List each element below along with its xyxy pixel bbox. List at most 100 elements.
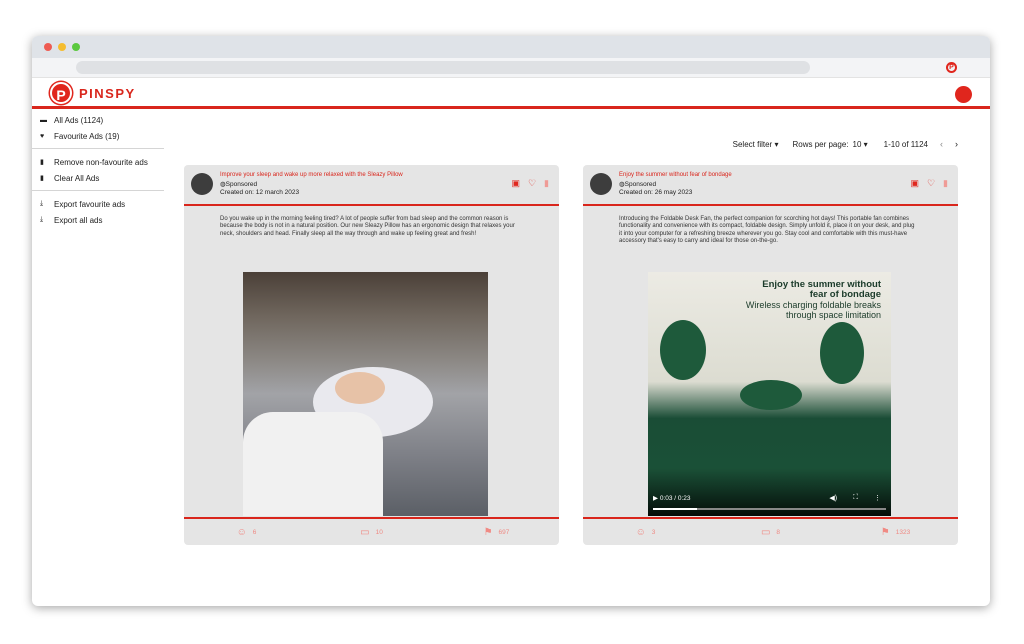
pinspy-logo-icon: P [50,82,72,104]
ad-actions: ▣ ♡ ▮ [511,178,549,189]
overlay-line: Wireless charging foldable breaks [745,300,881,310]
pin-save-icon: ⚑ [880,526,890,538]
sidebar-item-clear-all[interactable]: ▮ Clear All Ads [32,170,164,186]
ad-card: Improve your sleep and wake up more rela… [184,165,559,545]
page-range: 1-10 of 1124 [883,139,928,149]
favourite-heart-icon[interactable]: ♡ [927,178,935,189]
reactions-count: 3 [651,528,656,536]
ad-image[interactable] [243,272,488,516]
saves-stat: ⚑ 1323 [833,519,958,545]
trash-icon: ▮ [40,159,44,166]
caret-down-icon: ▾ [863,139,868,149]
person-shirt [243,412,383,516]
ad-video[interactable]: Enjoy the summer without fear of bondage… [648,272,891,516]
video-overlay-text: Enjoy the summer without fear of bondage… [745,280,881,321]
sponsored-label: ◍Sponsored [619,180,656,188]
video-time: ▶ 0:03 / 0:23 [653,494,691,502]
download-icon: ⤓ [40,200,44,207]
sidebar-item-label: Favourite Ads (19) [54,131,120,141]
ad-card-header: Enjoy the summer without fear of bondage… [583,165,958,206]
ad-card: Enjoy the summer without fear of bondage… [583,165,958,545]
sidebar-item-favourite-ads[interactable]: ♥ Favourite Ads (19) [32,128,164,144]
ad-description: Do you wake up in the morning feeling ti… [220,216,515,237]
fan-right [820,322,864,384]
app-header: P PINSPY [32,78,990,109]
video-controls: ▶ 0:03 / 0:23 ◀) ⛶ ⋮ [648,486,891,516]
sidebar-item-export-all[interactable]: ⤓ Export all ads [32,212,164,228]
reactions-count: 6 [252,528,257,536]
ad-created-date: Created on: 12 march 2023 [220,189,300,196]
overlay-line: through space limitation [785,310,881,320]
user-avatar[interactable] [955,86,972,103]
comments-stat: ▭ 10 [309,519,434,545]
minimize-window-button[interactable] [58,43,66,51]
ad-stats: ☺ 3 ▭ 8 ⚑ 1323 [583,517,958,545]
app-name: PINSPY [79,85,136,101]
sidebar-item-label: All Ads (1124) [54,115,104,125]
comments-count: 10 [375,528,383,536]
ad-card-header: Improve your sleep and wake up more rela… [184,165,559,206]
ad-title[interactable]: Enjoy the summer without fear of bondage [619,172,732,178]
select-filter-dropdown[interactable]: Select filter ▾ [733,140,779,149]
ads-icon: ▬ [40,116,47,124]
sidebar-item-export-favourite[interactable]: ⤓ Export favourite ads [32,196,164,212]
reaction-icon: ☺ [635,526,646,538]
browser-toolbar: P [32,58,990,78]
sidebar-item-label: Clear All Ads [54,173,100,183]
saves-count: 697 [498,528,510,536]
caret-down-icon: ▾ [774,139,779,149]
sponsored-text: Sponsored [225,181,258,188]
divider [32,190,164,191]
advertiser-avatar [590,173,612,195]
translate-icon[interactable]: ▣ [511,178,520,189]
play-icon[interactable]: ▶ [653,495,658,502]
sponsored-label: ◍Sponsored [220,180,257,188]
video-ctrl-group: ◀) ⛶ ⋮ [829,494,881,502]
video-progress [653,508,697,510]
browser-titlebar [32,36,990,58]
sidebar-item-label: Export favourite ads [54,199,126,209]
video-time-text: 0:03 / 0:23 [659,495,691,502]
next-page-icon[interactable]: › [955,139,958,149]
sidebar-item-label: Export all ads [54,215,103,225]
more-options-icon[interactable]: ⋮ [874,494,881,502]
pin-save-icon: ⚑ [483,526,493,538]
pinspy-extension-icon[interactable]: P [946,62,957,73]
sponsored-text: Sponsored [624,181,657,188]
favourite-heart-icon[interactable]: ♡ [528,178,536,189]
sidebar-item-all-ads[interactable]: ▬ All Ads (1124) [32,112,164,128]
fullscreen-icon[interactable]: ⛶ [853,494,858,502]
saves-stat: ⚑ 697 [434,519,559,545]
ad-stats: ☺ 6 ▭ 10 ⚑ 697 [184,517,559,545]
select-filter-label: Select filter [732,139,773,149]
rows-per-page-value: 10 [852,139,862,149]
ad-title[interactable]: Improve your sleep and wake up more rela… [220,172,403,178]
ad-created-date: Created on: 26 may 2023 [619,189,693,196]
prev-page-icon[interactable]: ‹ [940,139,943,149]
delete-icon[interactable]: ▮ [943,178,948,189]
heart-icon: ♥ [40,132,45,140]
reaction-icon: ☺ [236,526,247,538]
comments-stat: ▭ 8 [708,519,833,545]
sidebar-item-remove-non-favourite[interactable]: ▮ Remove non-favourite ads [32,154,164,170]
overlay-line: fear of bondage [809,289,881,300]
comments-count: 8 [776,528,781,536]
address-bar[interactable] [76,61,810,74]
volume-icon[interactable]: ◀) [829,494,837,502]
translate-icon[interactable]: ▣ [910,178,919,189]
sidebar: ▬ All Ads (1124) ♥ Favourite Ads (19) ▮ … [32,112,164,228]
delete-icon[interactable]: ▮ [544,178,549,189]
pagination-toolbar: Select filter ▾ Rows per page: 10 ▾ 1-10… [733,139,958,149]
reactions-stat: ☺ 3 [583,519,708,545]
rows-per-page-label: Rows per page: [792,139,849,149]
person-face [335,372,385,404]
download-icon: ⤓ [40,216,44,223]
divider [32,148,164,149]
maximize-window-button[interactable] [72,43,80,51]
trash-icon: ▮ [40,175,44,182]
reactions-stat: ☺ 6 [184,519,309,545]
comment-icon: ▭ [360,526,370,538]
advertiser-avatar [191,173,213,195]
rows-per-page-select[interactable]: 10 ▾ [853,140,868,149]
close-window-button[interactable] [44,43,52,51]
